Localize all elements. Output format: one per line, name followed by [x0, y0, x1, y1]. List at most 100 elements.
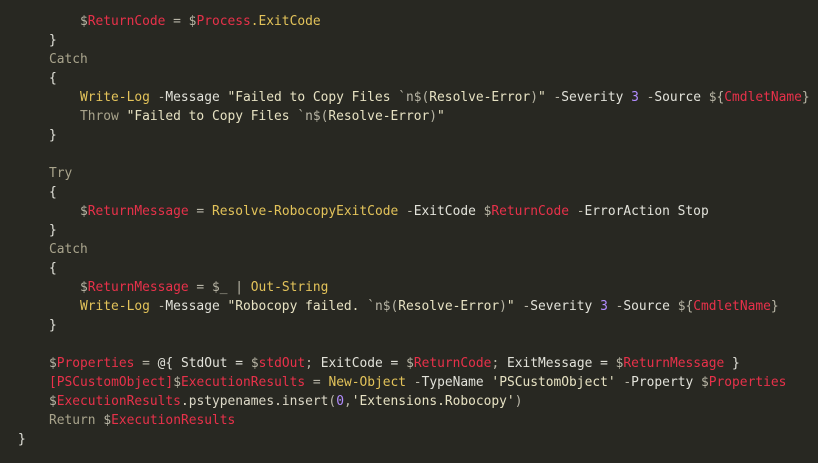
- code-token: =: [305, 375, 329, 390]
- code-token: $: [173, 375, 181, 390]
- code-token: $: [250, 356, 259, 371]
- code-token: ReturnCode: [413, 356, 492, 371]
- code-token: Resolve-Error: [429, 90, 531, 105]
- code-token: `n: [367, 299, 383, 314]
- code-token: ExecutionResults: [180, 375, 306, 390]
- code-token: $: [80, 14, 88, 29]
- code-token: Severity: [530, 299, 593, 314]
- code-token: =: [188, 204, 212, 219]
- code-token: =: [165, 14, 189, 29]
- code-token: Write-Log: [80, 299, 150, 314]
- code-token: {: [49, 185, 57, 200]
- code-token: -: [149, 90, 166, 105]
- code-token: $: [406, 356, 414, 371]
- code-token: -: [406, 375, 422, 390]
- code-token: Severity: [561, 90, 624, 105]
- code-token: [PSCustomObject]: [49, 375, 174, 390]
- code-token: Return: [49, 413, 96, 428]
- code-token: }: [770, 299, 779, 314]
- code-token: @{: [157, 356, 174, 371]
- code-line: {: [49, 69, 57, 88]
- code-token: Catch: [49, 52, 88, 67]
- code-line: $ReturnCode = $Process.ExitCode: [80, 12, 321, 31]
- code-token: 3: [623, 90, 639, 105]
- code-token: Out-String: [250, 280, 329, 295]
- code-token: ExecutionResults: [111, 413, 236, 428]
- code-token: }: [801, 90, 810, 105]
- code-line: {: [49, 259, 57, 278]
- code-token: ;: [491, 356, 507, 371]
- code-token: ExitCode: [413, 204, 476, 219]
- code-token: `n: [297, 109, 313, 124]
- code-token: Resolve-Error: [398, 299, 500, 314]
- code-token: 'Extensions.Robocopy': [351, 394, 515, 409]
- code-token: {: [49, 261, 57, 276]
- code-token: Resolve-Error: [328, 109, 430, 124]
- code-token: $(: [382, 299, 399, 314]
- code-token: ExecutionResults: [56, 394, 181, 409]
- code-token: New-Object: [328, 375, 407, 390]
- code-token: Source: [623, 299, 670, 314]
- code-token: -: [398, 204, 414, 219]
- code-token: $_: [211, 280, 228, 295]
- code-token: $: [80, 280, 88, 295]
- code-token: ): [514, 394, 523, 409]
- code-line: }: [18, 430, 26, 449]
- code-token: stdOut: [258, 356, 306, 371]
- code-token: Throw: [80, 109, 119, 124]
- code-line: {: [49, 183, 57, 202]
- code-line: Write-Log -Message "Failed to Copy Files…: [80, 88, 810, 107]
- code-line: }: [49, 221, 57, 240]
- code-line: $ReturnMessage = Resolve-RobocopyExitCod…: [80, 202, 709, 221]
- code-line: Return $ExecutionResults: [49, 411, 235, 430]
- code-token: ": [506, 299, 515, 314]
- code-token: CmdletName: [724, 90, 802, 105]
- code-token: ReturnCode: [87, 14, 166, 29]
- code-token: ${: [700, 90, 725, 105]
- code-token: $(: [312, 109, 329, 124]
- code-line: Throw "Failed to Copy Files `n$(Resolve-…: [80, 107, 445, 126]
- code-editor[interactable]: $ReturnCode = $Process.ExitCode} Catch{Wr…: [0, 0, 818, 463]
- code-token: -: [514, 299, 531, 314]
- code-token: "Failed to Copy Files: [219, 90, 399, 105]
- code-token: "Robocopy failed.: [219, 299, 368, 314]
- code-token: Source: [654, 90, 701, 105]
- code-token: -: [149, 299, 166, 314]
- code-token: StdOut =: [173, 356, 251, 371]
- code-token: $: [80, 204, 88, 219]
- code-line: [PSCustomObject]$ExecutionResults = New-…: [49, 373, 786, 392]
- code-line: }: [49, 31, 57, 50]
- code-token: }: [49, 223, 57, 238]
- code-token: Properties: [708, 375, 787, 390]
- code-token: Resolve-RobocopyExitCode: [211, 204, 399, 219]
- code-token: Property: [631, 375, 694, 390]
- code-token: ReturnMessage: [87, 280, 189, 295]
- code-token: ${: [669, 299, 694, 314]
- code-token: Message: [165, 299, 220, 314]
- code-token: ExitMessage =: [506, 356, 616, 371]
- code-token: Process: [196, 14, 251, 29]
- code-line: $ExecutionResults.pstypenames.insert(0,'…: [49, 392, 522, 411]
- code-token: Try: [49, 166, 73, 181]
- code-token: |: [227, 280, 251, 295]
- code-token: ReturnMessage: [623, 356, 725, 371]
- code-token: -: [607, 299, 624, 314]
- code-token: -: [545, 90, 562, 105]
- code-token: 3: [592, 299, 608, 314]
- code-token: ": [537, 90, 546, 105]
- code-line: Catch: [49, 240, 88, 259]
- code-token: =: [188, 280, 212, 295]
- code-token: `n: [398, 90, 414, 105]
- code-token: ErrorAction Stop: [584, 204, 709, 219]
- code-line: }: [49, 126, 57, 145]
- code-token: $: [49, 394, 57, 409]
- code-token: }: [49, 318, 57, 333]
- code-token: Properties: [56, 356, 135, 371]
- code-token: $: [49, 356, 57, 371]
- code-line: Try: [49, 164, 72, 183]
- code-token: Message: [165, 90, 220, 105]
- code-line: Write-Log -Message "Robocopy failed. `n$…: [80, 297, 779, 316]
- code-token: ExitCode =: [320, 356, 407, 371]
- code-token: }: [49, 33, 57, 48]
- code-token: "Failed to Copy Files: [118, 109, 298, 124]
